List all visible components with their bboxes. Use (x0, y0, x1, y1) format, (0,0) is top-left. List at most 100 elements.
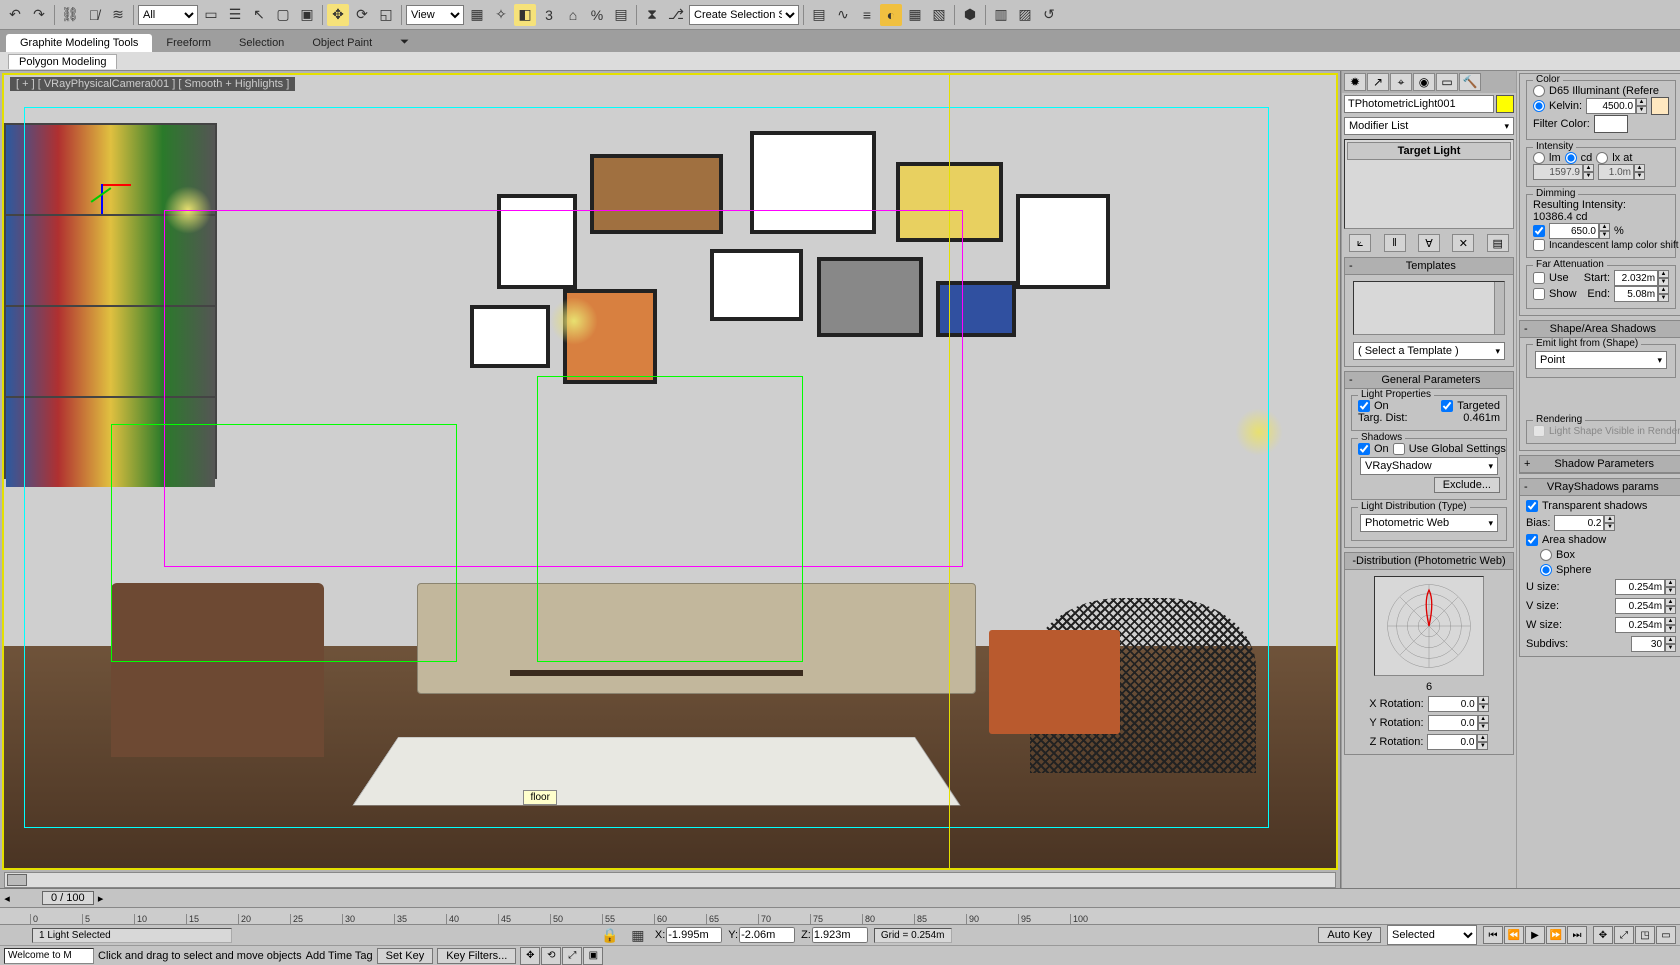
render-setup-icon[interactable]: ▦ (904, 4, 926, 26)
zoom-ext-icon[interactable]: ▭ (1656, 926, 1676, 944)
selection-set-dropdown[interactable]: Create Selection Se (689, 5, 799, 25)
box-radio[interactable] (1540, 549, 1552, 561)
modifier-stack[interactable]: Target Light (1344, 139, 1514, 229)
unlink-icon[interactable]: ⛓̸ (83, 4, 105, 26)
add-time-tag[interactable]: Add Time Tag (306, 950, 373, 962)
coord-y-field[interactable] (739, 927, 795, 943)
templates-list[interactable] (1353, 281, 1505, 335)
angle-snap-icon[interactable]: 3 (538, 4, 560, 26)
stack-item-target-light[interactable]: Target Light (1347, 142, 1511, 160)
wsize-spinner[interactable] (1615, 617, 1665, 633)
shape-select-dropdown[interactable]: Point (1535, 351, 1667, 369)
filter-color-swatch[interactable] (1594, 115, 1628, 133)
motion-tab-icon[interactable]: ◉ (1413, 73, 1435, 91)
display-tab-icon[interactable]: ▭ (1436, 73, 1458, 91)
shape-shadows-header[interactable]: -Shape/Area Shadows (1520, 321, 1680, 338)
vray-shadows-header[interactable]: -VRayShadows params (1520, 479, 1680, 496)
targeted-checkbox[interactable] (1441, 400, 1453, 412)
rect-region-icon[interactable]: ▢ (272, 4, 294, 26)
photometric-web-preview[interactable] (1374, 576, 1484, 676)
dimming-pct-spinner[interactable] (1549, 223, 1599, 239)
tab-selection[interactable]: Selection (225, 34, 298, 52)
spinner-snap-icon[interactable]: % (586, 4, 608, 26)
c-icon[interactable]: ↺ (1038, 4, 1060, 26)
kelvin-spinner[interactable] (1586, 98, 1636, 114)
object-color-swatch[interactable] (1496, 95, 1514, 113)
coord-z-field[interactable] (812, 927, 868, 943)
template-select-dropdown[interactable]: ( Select a Template ) (1353, 342, 1505, 360)
shadows-on-checkbox[interactable] (1358, 443, 1370, 455)
dimming-checkbox[interactable] (1533, 225, 1545, 237)
area-shadow-checkbox[interactable] (1526, 534, 1538, 546)
next-frame-icon[interactable]: ⏩ (1546, 926, 1566, 944)
window-cross-icon[interactable]: ▣ (296, 4, 318, 26)
render-frame-icon[interactable]: ▧ (928, 4, 950, 26)
a-icon[interactable]: ▥ (990, 4, 1012, 26)
remove-mod-icon[interactable]: ✕ (1452, 234, 1474, 252)
sphere-radio[interactable] (1540, 564, 1552, 576)
viewport[interactable]: [ + ] [ VRayPhysicalCamera001 ] [ Smooth… (2, 73, 1338, 870)
light-on-checkbox[interactable] (1358, 400, 1370, 412)
templates-rollout-header[interactable]: -Templates (1345, 258, 1513, 275)
key-filters-button[interactable]: Key Filters... (437, 948, 516, 964)
d65-radio[interactable] (1533, 85, 1545, 97)
kelvin-swatch[interactable] (1651, 97, 1669, 115)
redo-icon[interactable]: ↷ (28, 4, 50, 26)
unique-icon[interactable]: ∀ (1418, 234, 1440, 252)
nav2-icon[interactable]: ⟲ (541, 947, 561, 965)
time-ruler[interactable]: 0510152025303540455055606570758085909510… (0, 907, 1680, 925)
atten-use-checkbox[interactable] (1533, 272, 1545, 284)
time-slider[interactable]: ◂ 0 / 100 ▸ (0, 889, 1680, 907)
mirror-icon[interactable]: ⧗ (641, 4, 663, 26)
z-rotation-spinner[interactable] (1427, 734, 1477, 750)
scale-icon[interactable]: ◱ (375, 4, 397, 26)
x-rotation-spinner[interactable] (1428, 696, 1478, 712)
viewport-hscroll[interactable] (4, 872, 1336, 888)
usize-spinner[interactable] (1615, 579, 1665, 595)
b-icon[interactable]: ▨ (1014, 4, 1036, 26)
link-icon[interactable]: ⛓ (59, 4, 81, 26)
exclude-button[interactable]: Exclude... (1434, 477, 1500, 493)
set-key-button[interactable]: Set Key (377, 948, 434, 964)
distribution-dropdown[interactable]: Photometric Web (1360, 514, 1498, 532)
named-sel-icon[interactable]: ▤ (610, 4, 632, 26)
tab-object-paint[interactable]: Object Paint (298, 34, 386, 52)
select-name-icon[interactable]: ☰ (224, 4, 246, 26)
object-name-field[interactable] (1344, 95, 1494, 113)
shadow-type-dropdown[interactable]: VRayShadow (1360, 457, 1498, 475)
subdivs-spinner[interactable] (1631, 636, 1665, 652)
select-arrow-icon[interactable]: ↖ (248, 4, 270, 26)
layers-icon[interactable]: ▤ (808, 4, 830, 26)
tab-graphite[interactable]: Graphite Modeling Tools (6, 34, 152, 52)
play-icon[interactable]: ▶ (1525, 926, 1545, 944)
tab-freeform[interactable]: Freeform (152, 34, 225, 52)
lx-radio[interactable] (1596, 152, 1608, 164)
viewport-label[interactable]: [ + ] [ VRayPhysicalCamera001 ] [ Smooth… (10, 77, 295, 91)
lock-icon[interactable]: 🔒 (599, 924, 621, 946)
create-tab-icon[interactable]: ✹ (1344, 73, 1366, 91)
render-prod-icon[interactable]: ⬢ (959, 4, 981, 26)
cd-radio[interactable] (1565, 152, 1577, 164)
bias-spinner[interactable] (1554, 515, 1604, 531)
ref-coord-dropdown[interactable]: View (406, 5, 464, 25)
time-slider-handle[interactable]: 0 / 100 (42, 891, 94, 905)
atten-end-spinner[interactable] (1614, 286, 1658, 302)
curve-editor-icon[interactable]: ∿ (832, 4, 854, 26)
maxscript-prompt[interactable] (4, 948, 94, 964)
incand-checkbox[interactable] (1533, 239, 1545, 251)
select-icon[interactable]: ▭ (200, 4, 222, 26)
pivot-icon[interactable]: ▦ (466, 4, 488, 26)
material-editor-icon[interactable]: ◐ (880, 4, 902, 26)
vsize-spinner[interactable] (1615, 598, 1665, 614)
dist-web-header[interactable]: -Distribution (Photometric Web) (1345, 553, 1513, 570)
pan-icon[interactable]: ✥ (1593, 926, 1613, 944)
percent-snap-icon[interactable]: ⌂ (562, 4, 584, 26)
atten-start-spinner[interactable] (1614, 270, 1658, 286)
manip-icon[interactable]: ✧ (490, 4, 512, 26)
rotate-icon[interactable]: ⟳ (351, 4, 373, 26)
modify-tab-icon[interactable]: ↗ (1367, 73, 1389, 91)
ribbon-minimize-icon[interactable]: ⏷ (386, 33, 423, 52)
move-icon[interactable]: ✥ (327, 4, 349, 26)
use-global-checkbox[interactable] (1393, 443, 1405, 455)
selection-filter-dropdown[interactable]: All (138, 5, 198, 25)
